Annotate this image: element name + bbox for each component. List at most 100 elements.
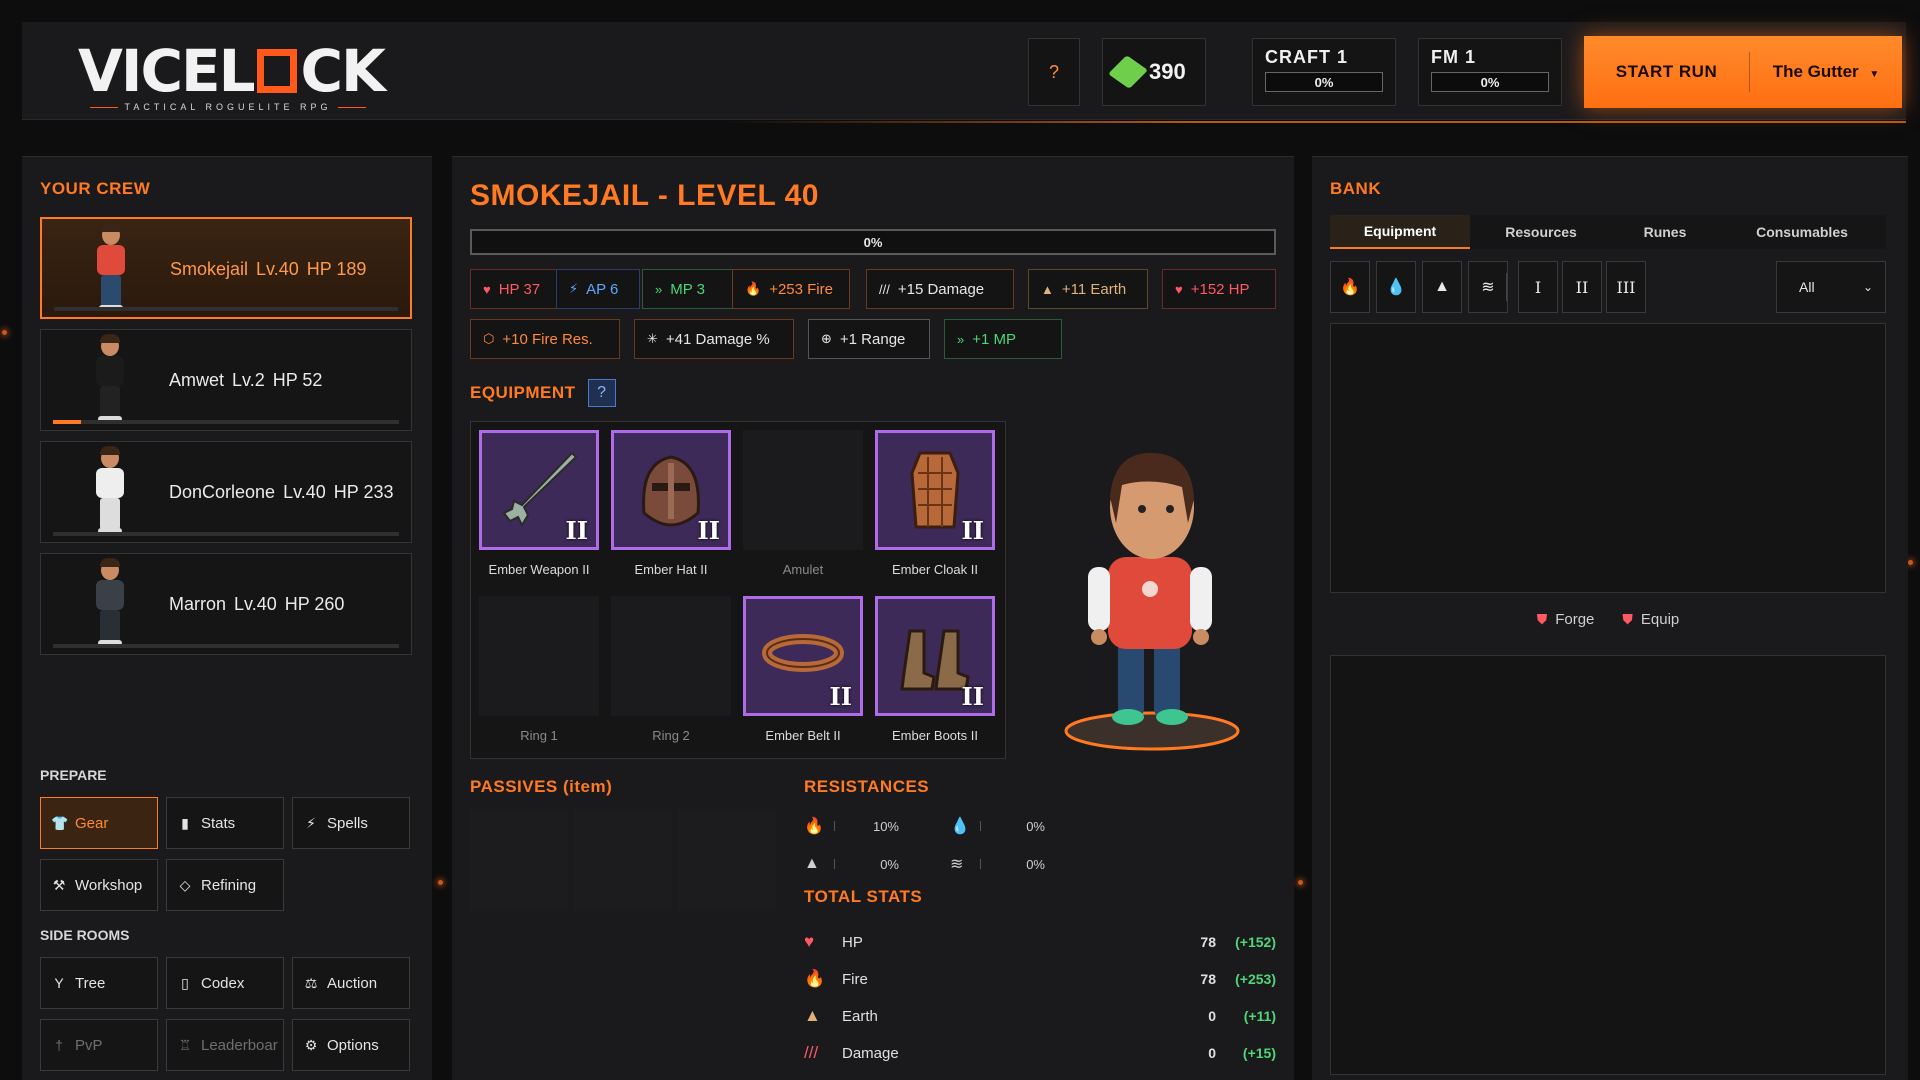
bank-filter-wind-icon[interactable]: ≋ <box>1468 261 1508 313</box>
passive-slot[interactable] <box>574 811 672 909</box>
resistance-cell: 🔥 10% <box>804 816 950 836</box>
pvp-button: † PvP <box>40 1019 158 1071</box>
top-bar-glow <box>722 121 1906 123</box>
crew-level: Lv.2 <box>232 370 265 390</box>
bank-filter-tier-2-icon[interactable]: II <box>1562 261 1602 313</box>
resistance-cell: 💧 0% <box>950 816 1096 836</box>
bank-tab-runes[interactable]: Runes <box>1612 215 1718 249</box>
stat-chip: ⬡ +10 Fire Res. <box>470 319 620 359</box>
equipment-slot-box[interactable]: II <box>611 430 731 550</box>
bank-filter-fire-icon[interactable]: 🔥 <box>1330 261 1370 313</box>
equip-icon: ⛊ <box>1622 611 1633 627</box>
stat-chip-label: +11 Earth <box>1061 280 1127 298</box>
bank-items-grid[interactable] <box>1330 323 1886 593</box>
resistance-cell: ▲ 0% <box>804 855 950 873</box>
equipment-slot-ember-cloak-ii[interactable]: II Ember Cloak II <box>875 430 995 577</box>
passive-slot[interactable] <box>470 811 568 909</box>
stat-chip: 🔥 +253 Fire <box>732 269 850 309</box>
crew-name: Amwet Lv.2 HP 52 <box>169 370 322 391</box>
equipment-slot-label: Ember Belt II <box>765 728 841 743</box>
start-run-button[interactable]: START RUN The Gutter ▼ <box>1584 36 1902 108</box>
equipment-slot-box[interactable]: II <box>743 596 863 716</box>
wind-icon: ≋ <box>950 856 964 873</box>
bank-panel: BANK Equipment Resources Runes Consumables … <box>1312 156 1908 1080</box>
bank-select-value: All <box>1799 279 1815 295</box>
equip-action[interactable]: ⛊ Equip <box>1622 611 1679 628</box>
equipment-slot-box[interactable] <box>743 430 863 550</box>
stat-chip-label: +253 Fire <box>769 280 833 298</box>
chevron-down-icon: ⌄ <box>1862 280 1873 294</box>
gavel-icon: ⚖ <box>304 974 318 991</box>
shield-icon: ⬡ <box>483 331 495 346</box>
total-stat-name: HP <box>842 933 863 951</box>
crew-level: Lv.40 <box>283 482 326 502</box>
fire-icon: 🔥 <box>804 969 826 988</box>
bank-tab-resources[interactable]: Resources <box>1470 215 1612 249</box>
gear-button[interactable]: 👕 Gear <box>40 797 158 849</box>
bank-tab-equipment[interactable]: Equipment <box>1330 215 1470 249</box>
stat-chip-label: +10 Fire Res. <box>502 330 593 348</box>
stat-chip: » MP 3 <box>642 269 736 309</box>
equipment-slot-box[interactable]: II <box>875 430 995 550</box>
equipment-slot-box[interactable]: II <box>875 596 995 716</box>
crew-avatar <box>89 446 129 538</box>
equipment-slot-box[interactable] <box>479 596 599 716</box>
logo-text-left: VICEL <box>78 37 256 105</box>
button-label: Options <box>327 1036 379 1054</box>
crew-card-amwet[interactable]: Amwet Lv.2 HP 52 <box>40 329 412 431</box>
resistance-value: 0% <box>1026 856 1045 872</box>
filter-divider <box>1506 273 1507 301</box>
wind-icon: ≋ <box>1481 279 1495 296</box>
equipment-slot-box[interactable] <box>611 596 731 716</box>
equipment-slot-label: Ember Weapon II <box>488 562 590 577</box>
equipment-slot-ember-hat-ii[interactable]: II Ember Hat II <box>611 430 731 577</box>
button-label: Auction <box>327 974 378 992</box>
equipment-slot-ring-2[interactable]: Ring 2 <box>611 596 731 743</box>
stats-button[interactable]: ▮ Stats <box>166 797 284 849</box>
bank-filter-select[interactable]: All ⌄ <box>1776 261 1886 313</box>
refining-button[interactable]: ◇ Refining <box>166 859 284 911</box>
bank-tab-consumables[interactable]: Consumables <box>1718 215 1886 249</box>
crew-card-marron[interactable]: Marron Lv.40 HP 260 <box>40 553 412 655</box>
tree-button[interactable]: Y Tree <box>40 957 158 1009</box>
bank-filter-mountain-icon[interactable]: ▲ <box>1422 261 1462 313</box>
fm-label: FM 1 <box>1431 47 1477 67</box>
equipment-slot-ring-1[interactable]: Ring 1 <box>479 596 599 743</box>
equipment-help-button[interactable]: ? <box>587 379 616 407</box>
zone-selector[interactable]: The Gutter ▼ <box>1750 62 1902 82</box>
passive-slot[interactable] <box>678 811 776 909</box>
bank-filter-tier-3-icon[interactable]: III <box>1606 261 1646 313</box>
codex-button[interactable]: ▯ Codex <box>166 957 284 1009</box>
equipment-slot-amulet[interactable]: Amulet <box>743 430 863 577</box>
bank-filter-water-icon[interactable]: 💧 <box>1376 261 1416 313</box>
equipment-slot-ember-boots-ii[interactable]: II Ember Boots II <box>875 596 995 743</box>
stats-icon: ▮ <box>181 814 189 831</box>
mountain-icon: ▲ <box>1434 278 1450 295</box>
total-stat-bonus: (+152) <box>1235 934 1276 950</box>
equipment-slot-box[interactable]: II <box>479 430 599 550</box>
resistance-divider <box>980 821 981 831</box>
auction-button[interactable]: ⚖ Auction <box>292 957 410 1009</box>
crew-card-doncorleone[interactable]: DonCorleone Lv.40 HP 233 <box>40 441 412 543</box>
workshop-button[interactable]: ⚒ Workshop <box>40 859 158 911</box>
resistance-value: 10% <box>872 818 899 834</box>
bank-filter-tier-1-icon[interactable]: I <box>1518 261 1558 313</box>
ember-particle <box>2 330 7 335</box>
button-label: Leaderboar <box>201 1036 278 1054</box>
spells-button[interactable]: ⚡ Spells <box>292 797 410 849</box>
crew-name: Smokejail Lv.40 HP 189 <box>170 259 366 280</box>
help-button[interactable]: ? <box>1028 38 1080 106</box>
options-button[interactable]: ⚙ Options <box>292 1019 410 1071</box>
equipment-grid: II Ember Weapon II II Ember Hat II Amulet II E… <box>470 421 1006 759</box>
character-panel: SMOKEJAIL - LEVEL 40 0% ♥ HP 37 ⚡ AP 6 » MP 3… <box>452 156 1294 1080</box>
start-run-label[interactable]: START RUN <box>1584 52 1750 92</box>
forge-action[interactable]: ⛊ Forge <box>1537 611 1595 628</box>
equipment-slot-ember-belt-ii[interactable]: II Ember Belt II <box>743 596 863 743</box>
character-model[interactable] <box>1042 427 1262 767</box>
total-stat-value: 0 <box>1208 1008 1216 1024</box>
heart-icon: ♥ <box>483 281 491 297</box>
total-stat-name: Earth <box>842 1007 878 1025</box>
total-stat-bonus: (+253) <box>1235 971 1276 987</box>
equipment-slot-ember-weapon-ii[interactable]: II Ember Weapon II <box>479 430 599 577</box>
crew-card-smokejail[interactable]: Smokejail Lv.40 HP 189 <box>40 217 412 319</box>
